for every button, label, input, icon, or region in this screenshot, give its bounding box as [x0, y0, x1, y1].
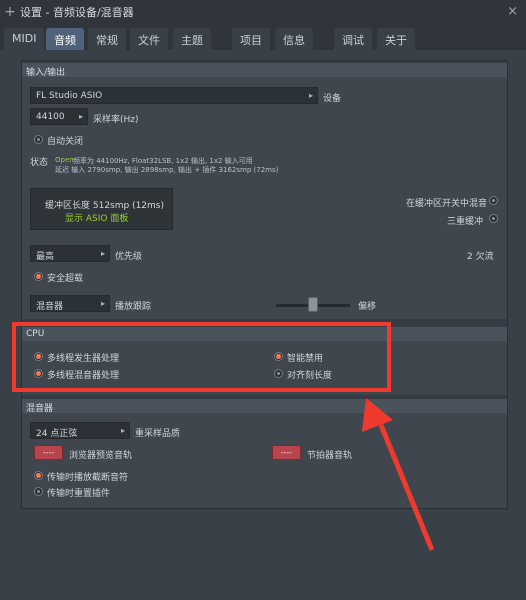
- arrow-head: [362, 398, 393, 432]
- annotation-arrow-icon: [362, 398, 435, 551]
- arrow-shaft: [378, 424, 435, 551]
